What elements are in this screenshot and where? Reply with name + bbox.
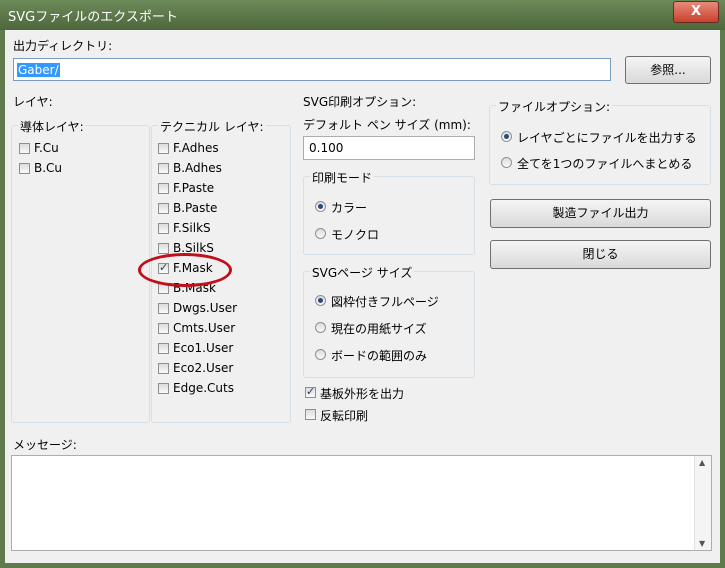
layer-name: F.Adhes — [173, 141, 219, 155]
plot-edges-label: 基板外形を出力 — [320, 387, 405, 401]
scroll-down-icon[interactable]: ▼ — [699, 539, 705, 548]
checkbox-icon — [158, 143, 169, 154]
file-options-label: ファイルオプション: — [496, 98, 613, 115]
print-mode-group: 印刷モード — [303, 169, 475, 255]
radio-icon — [315, 322, 326, 333]
checkbox-icon — [158, 183, 169, 194]
checkbox-icon — [158, 323, 169, 334]
checkbox-icon — [158, 363, 169, 374]
close-icon: X — [690, 4, 702, 19]
messages-textarea[interactable]: ▲ ▼ — [11, 455, 712, 551]
page-size-option-label: ボードの範囲のみ — [331, 349, 428, 363]
checkbox-icon — [158, 343, 169, 354]
checkbox-icon — [158, 203, 169, 214]
checkbox-icon — [158, 243, 169, 254]
checkbox-icon — [19, 143, 30, 154]
pen-size-label: デフォルト ペン サイズ (mm): — [303, 118, 471, 132]
file-option-option-label: 全てを1つのファイルへまとめる — [517, 157, 693, 171]
mirror-label: 反転印刷 — [320, 409, 369, 423]
output-dir-label: 出力ディレクトリ: — [13, 39, 113, 53]
layer-name: Eco2.User — [173, 361, 234, 375]
radio-icon — [315, 228, 326, 239]
layer-name: F.SilkS — [173, 221, 211, 235]
output-dir-input[interactable]: Gaber/ — [13, 58, 611, 81]
window-title: SVGファイルのエクスポート — [8, 10, 178, 25]
close-window-button[interactable]: X — [673, 1, 719, 23]
output-dir-value: Gaber/ — [17, 63, 60, 77]
layer-name: B.Cu — [34, 161, 63, 175]
checkbox-checked-icon — [305, 385, 316, 398]
checkbox-icon — [158, 163, 169, 174]
print-mode-label: 印刷モード — [310, 169, 375, 186]
title-bar[interactable]: SVGファイルのエクスポート X — [0, 0, 725, 30]
checkbox-icon — [158, 303, 169, 314]
layer-name: Eco1.User — [173, 341, 234, 355]
layer-name: F.Cu — [34, 141, 59, 155]
checkbox-icon — [158, 383, 169, 394]
messages-scrollbar[interactable]: ▲ ▼ — [694, 456, 711, 550]
radio-selected-icon — [315, 295, 326, 306]
annotation-ellipse — [138, 253, 232, 287]
page-size-option-label: 現在の用紙サイズ — [331, 322, 427, 336]
checkbox-icon — [305, 409, 316, 420]
messages-label: メッセージ: — [13, 438, 77, 452]
print-mode-option-label: カラー — [331, 201, 368, 215]
layer-name: Dwgs.User — [173, 301, 238, 315]
file-option-option-label: レイヤごとにファイルを出力する — [517, 131, 697, 145]
dialog-client: 出力ディレクトリ: Gaber/ 参照... レイヤ: 導体レイヤ: F.Cu B… — [5, 30, 720, 563]
layers-group-label: レイヤ: — [13, 95, 53, 109]
copper-layers-label: 導体レイヤ: — [18, 118, 86, 135]
page-size-option-label: 図枠付きフルページ — [331, 295, 439, 309]
layer-name: B.Adhes — [173, 161, 222, 175]
layer-name: Edge.Cuts — [173, 381, 234, 395]
scroll-up-icon[interactable]: ▲ — [699, 458, 705, 467]
layer-name: F.Paste — [173, 181, 215, 195]
layer-name: B.Paste — [173, 201, 218, 215]
close-button[interactable]: 閉じる — [490, 240, 711, 269]
technical-layers-label: テクニカル レイヤ: — [158, 118, 266, 135]
pen-size-input[interactable]: 0.100 — [303, 136, 475, 160]
radio-icon — [501, 157, 512, 168]
checkbox-icon — [158, 223, 169, 234]
browse-button[interactable]: 参照... — [625, 56, 711, 84]
radio-icon — [315, 349, 326, 360]
export-button[interactable]: 製造ファイル出力 — [490, 199, 711, 228]
page-size-label: SVGページ サイズ — [310, 264, 415, 281]
dialog-window: SVGファイルのエクスポート X 出力ディレクトリ: Gaber/ 参照... … — [0, 0, 725, 568]
copper-layers-group: 導体レイヤ: — [11, 118, 150, 423]
svg-options-label: SVG印刷オプション: — [303, 95, 417, 109]
print-mode-option-label: モノクロ — [331, 228, 380, 242]
layer-name: Cmts.User — [173, 321, 236, 335]
radio-selected-icon — [501, 131, 512, 142]
radio-selected-icon — [315, 201, 326, 212]
pen-size-value: 0.100 — [309, 141, 344, 155]
checkbox-icon — [19, 163, 30, 174]
